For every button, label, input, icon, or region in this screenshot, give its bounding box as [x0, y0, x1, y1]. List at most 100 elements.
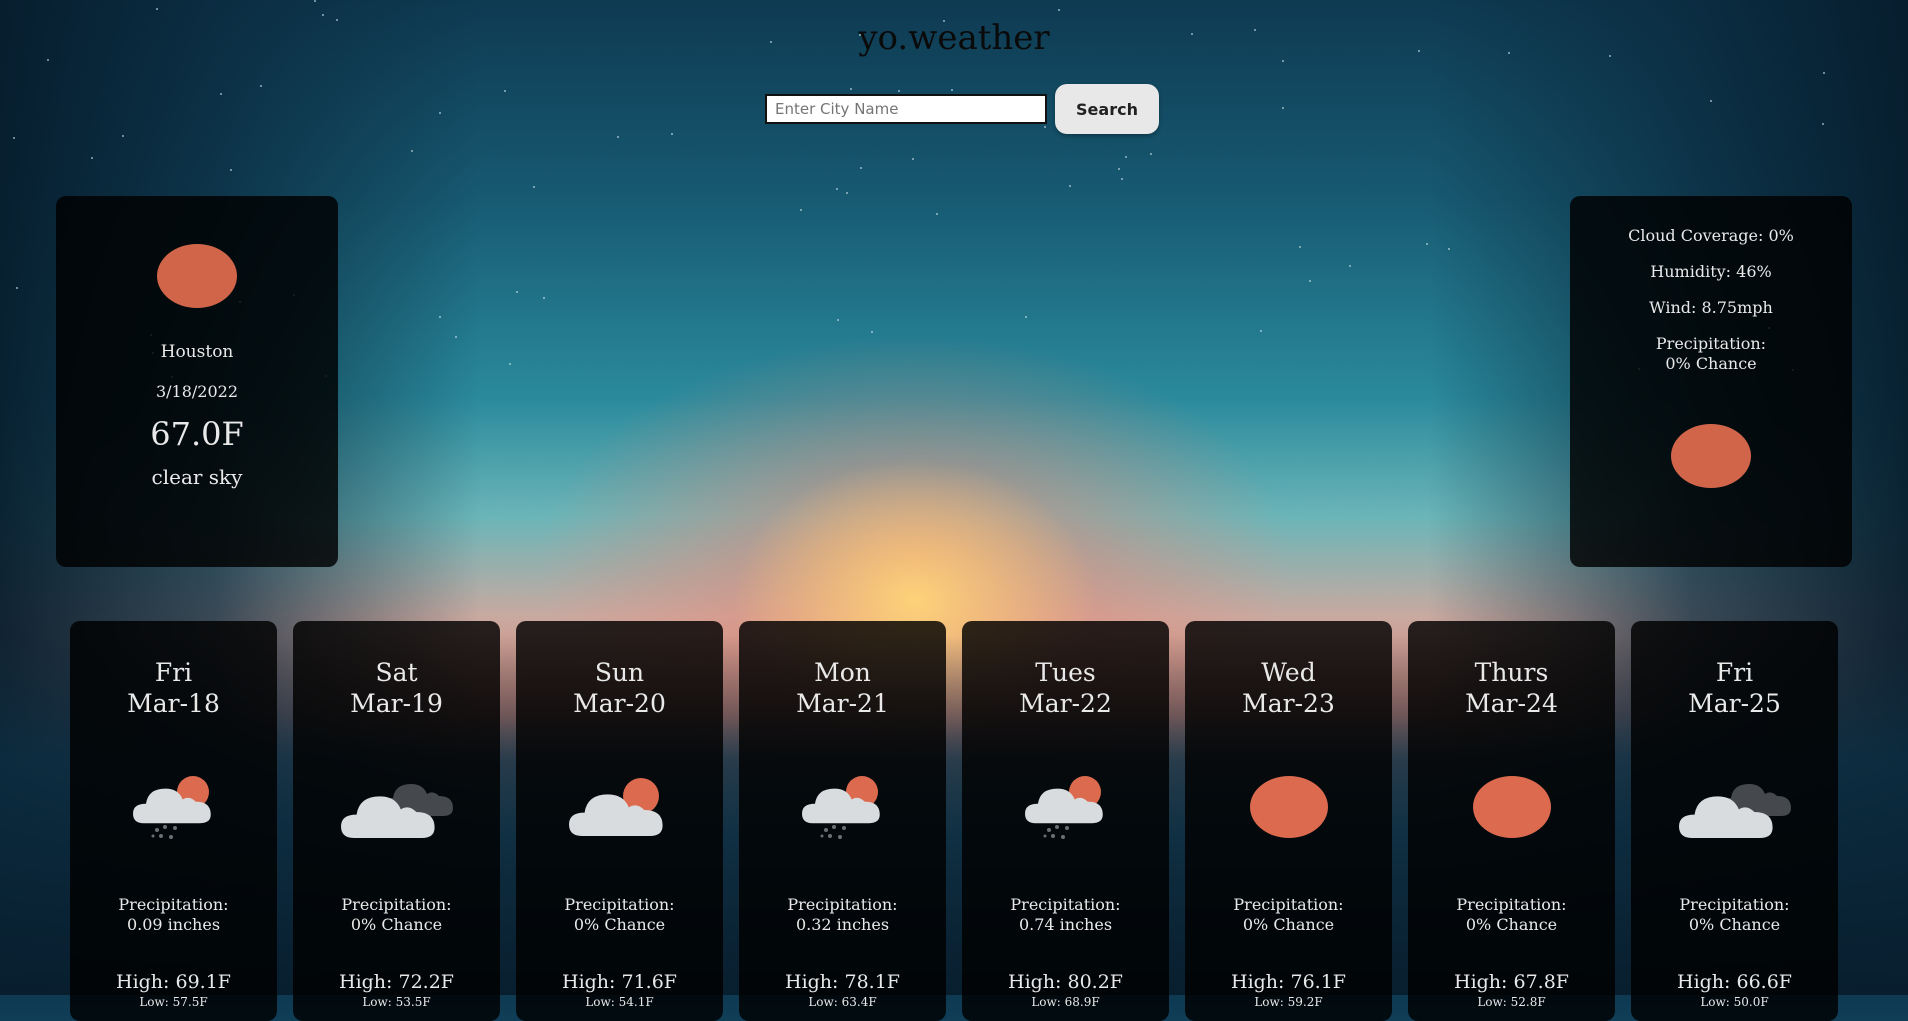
- search-button[interactable]: Search: [1055, 84, 1159, 134]
- forecast-date: Mar-23: [1242, 689, 1335, 718]
- forecast-low: Low: 59.2F: [1254, 995, 1323, 1009]
- forecast-high: High: 72.2F: [339, 971, 454, 993]
- forecast-high: High: 69.1F: [116, 971, 231, 993]
- forecast-day-card-3: Sun Mar-20 Precipitation: 0% Chance High…: [516, 621, 723, 1021]
- star: [1259, 330, 1262, 333]
- precipitation-value: 0% Chance: [1665, 354, 1757, 373]
- forecast-weekday: Fri: [1715, 658, 1754, 687]
- city-search-input[interactable]: [765, 94, 1047, 124]
- rain-cloud-sun-icon: [1021, 772, 1111, 846]
- forecast-precipitation: Precipitation: 0% Chance: [1631, 895, 1838, 935]
- weather-icon-container: [962, 769, 1169, 849]
- star: [503, 89, 506, 92]
- star: [617, 135, 620, 138]
- precipitation-value: 0% Chance: [350, 915, 443, 934]
- city-name: Houston: [160, 342, 234, 362]
- forecast-day-label: Tues Mar-22: [962, 657, 1169, 719]
- precipitation-value: 0% Chance: [1465, 915, 1558, 934]
- current-weather-card: Houston 3/18/2022 67.0F clear sky: [56, 196, 338, 567]
- forecast-weekday: Wed: [1261, 658, 1316, 687]
- forecast-day-label: Thurs Mar-24: [1408, 657, 1615, 719]
- forecast-precipitation: Precipitation: 0% Chance: [1408, 895, 1615, 935]
- forecast-precipitation: Precipitation: 0.74 inches: [962, 895, 1169, 935]
- forecast-weekday: Fri: [154, 658, 193, 687]
- forecast-day-card-7: Thurs Mar-24 Precipitation: 0% Chance Hi…: [1408, 621, 1615, 1021]
- forecast-precipitation: Precipitation: 0% Chance: [516, 895, 723, 935]
- star: [1282, 60, 1285, 63]
- weather-description: clear sky: [151, 465, 243, 489]
- star: [220, 92, 223, 95]
- star: [1124, 156, 1127, 159]
- precipitation-label: Precipitation:: [1679, 895, 1790, 914]
- star: [122, 135, 125, 138]
- star: [1299, 245, 1302, 248]
- sun-icon: [1472, 775, 1552, 843]
- forecast-weekday: Sun: [594, 658, 645, 687]
- forecast-high: High: 66.6F: [1677, 971, 1792, 993]
- forecast-date: Mar-18: [127, 689, 220, 718]
- precipitation-label: Precipitation:: [787, 895, 898, 914]
- precipitation-value: 0.74 inches: [1018, 915, 1113, 934]
- star: [16, 287, 19, 290]
- forecast-high: High: 71.6F: [562, 971, 677, 993]
- star: [935, 213, 938, 216]
- star: [1710, 100, 1713, 103]
- forecast-low: Low: 52.8F: [1477, 995, 1546, 1009]
- star: [1150, 152, 1153, 155]
- forecast-day-card-6: Wed Mar-23 Precipitation: 0% Chance High…: [1185, 621, 1392, 1021]
- star: [1447, 248, 1450, 251]
- precipitation-value: 0.09 inches: [126, 915, 221, 934]
- forecast-day-card-2: Sat Mar-19 Precipitation: 0% Chance High…: [293, 621, 500, 1021]
- star: [90, 156, 93, 159]
- star: [671, 133, 674, 136]
- weather-icon-container: [1631, 769, 1838, 849]
- forecast-day-label: Sun Mar-20: [516, 657, 723, 719]
- overcast-clouds-icon: [1677, 772, 1792, 846]
- forecast-date: Mar-19: [350, 689, 443, 718]
- star: [1117, 167, 1120, 170]
- weather-icon-container: [1408, 769, 1615, 849]
- forecast-low: Low: 63.4F: [808, 995, 877, 1009]
- precipitation-value: 0% Chance: [1242, 915, 1335, 934]
- star: [508, 363, 511, 366]
- star: [533, 185, 536, 188]
- forecast-day-card-8: Fri Mar-25 Precipitation: 0% Chance High…: [1631, 621, 1838, 1021]
- forecast-low: Low: 54.1F: [585, 995, 654, 1009]
- star: [845, 192, 848, 195]
- precipitation-value: 0% Chance: [573, 915, 666, 934]
- forecast-low: Low: 57.5F: [139, 995, 208, 1009]
- precipitation-label: Precipitation:: [1233, 895, 1344, 914]
- forecast-precipitation: Precipitation: 0.09 inches: [70, 895, 277, 935]
- star: [836, 188, 839, 191]
- forecast-weekday: Thurs: [1474, 658, 1549, 687]
- weather-icon-container: [739, 769, 946, 849]
- forecast-date: Mar-21: [796, 689, 889, 718]
- current-date: 3/18/2022: [155, 382, 239, 401]
- star: [870, 331, 873, 334]
- star: [438, 315, 441, 318]
- star: [1349, 265, 1352, 268]
- forecast-low: Low: 50.0F: [1700, 995, 1769, 1009]
- forecast-high: High: 76.1F: [1231, 971, 1346, 993]
- forecast-weekday: Tues: [1035, 658, 1096, 687]
- cloud-coverage: Cloud Coverage: 0%: [1628, 226, 1794, 245]
- star: [1024, 315, 1027, 318]
- star: [542, 296, 545, 299]
- star: [1822, 123, 1825, 126]
- sun-icon: [157, 244, 237, 308]
- star: [156, 7, 159, 10]
- precipitation-label: Precipitation:: [1655, 334, 1767, 353]
- star: [230, 168, 233, 171]
- forecast-date: Mar-22: [1019, 689, 1112, 718]
- star: [1069, 185, 1072, 188]
- star: [46, 58, 49, 61]
- weather-icon-container: [293, 769, 500, 849]
- weather-icon-container: [70, 769, 277, 849]
- star: [1058, 9, 1061, 12]
- app-title: yo.weather: [858, 18, 1050, 58]
- star: [13, 136, 16, 139]
- forecast-low: Low: 68.9F: [1031, 995, 1100, 1009]
- forecast-date: Mar-24: [1465, 689, 1558, 718]
- forecast-weekday: Mon: [814, 658, 871, 687]
- forecast-high: High: 80.2F: [1008, 971, 1123, 993]
